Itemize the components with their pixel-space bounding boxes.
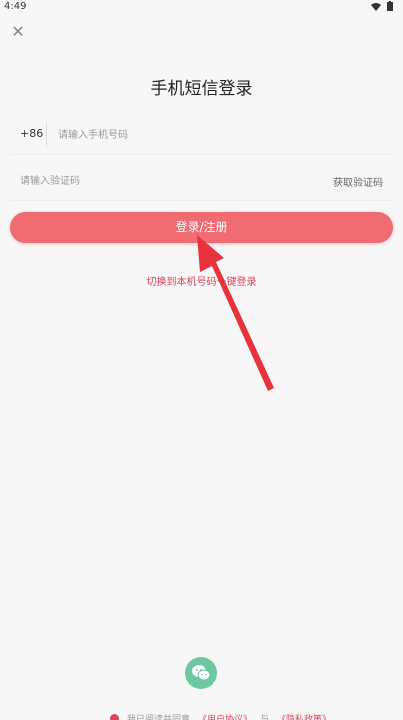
agreement-and: 与	[260, 715, 270, 720]
close-icon[interactable]: ✕	[10, 24, 26, 40]
login-register-button[interactable]: 登录/注册	[10, 212, 393, 243]
status-time: 4:49	[4, 1, 27, 12]
status-bar: 4:49	[0, 0, 403, 16]
verification-code-input[interactable]	[20, 169, 270, 193]
get-code-button[interactable]: 获取验证码	[333, 174, 383, 189]
red-arrow-annotation	[197, 235, 274, 391]
prefix-divider	[46, 123, 47, 147]
agreement-checkbox[interactable]	[110, 714, 119, 720]
wechat-login-button[interactable]	[185, 657, 217, 689]
code-field-row: 获取验证码	[10, 161, 393, 201]
wifi-icon	[371, 2, 381, 11]
agreement-text: 我已阅读并同意	[127, 715, 191, 720]
status-icons	[371, 1, 393, 11]
one-click-login-link[interactable]: 切换到本机号码一键登录	[0, 273, 403, 288]
wechat-icon	[192, 665, 211, 681]
phone-field-row: +86	[10, 115, 393, 155]
user-agreement-link[interactable]: 《用户协议》	[198, 712, 252, 720]
battery-icon	[387, 1, 393, 11]
privacy-policy-link[interactable]: 《隐私政策》	[277, 712, 331, 720]
country-code-prefix[interactable]: +86	[20, 127, 43, 140]
phone-input[interactable]	[58, 123, 378, 147]
agreement-row: 我已阅读并同意 《用户协议》 与 《隐私政策》	[110, 712, 331, 720]
page-title: 手机短信登录	[150, 79, 253, 99]
